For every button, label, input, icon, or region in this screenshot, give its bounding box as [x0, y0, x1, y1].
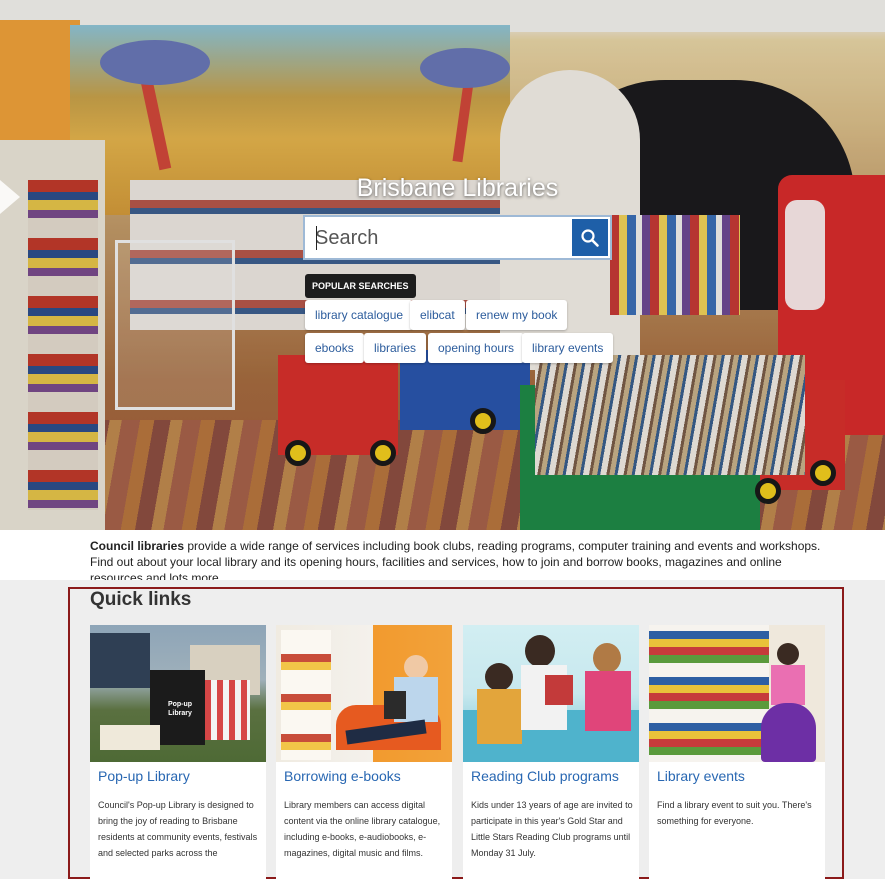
image-tablet — [384, 691, 406, 719]
image-vehicle — [90, 633, 150, 688]
quick-link-card-reading-club[interactable]: Reading Club programs Kids under 13 year… — [463, 625, 639, 879]
image-child-head — [777, 643, 799, 665]
popular-searches-label: POPULAR SEARCHES — [305, 274, 416, 298]
quick-link-card-popup-library[interactable]: Pop-up Library Pop-up Library Council's … — [90, 625, 266, 879]
popular-search-chip[interactable]: library catalogue — [305, 300, 414, 330]
quick-links-title: Quick links — [90, 589, 192, 610]
card-description: Find a library event to suit you. There'… — [657, 800, 812, 826]
card-image[interactable] — [463, 625, 639, 762]
popular-search-chip[interactable]: opening hours — [428, 333, 525, 363]
hero-banner — [0, 0, 885, 530]
popular-search-chip[interactable]: elibcat — [410, 300, 465, 330]
search-icon — [581, 228, 599, 247]
search-box — [303, 215, 612, 260]
image-child-body — [771, 665, 805, 705]
search-button[interactable] — [572, 219, 608, 256]
card-description: Library members can access digital conte… — [284, 800, 441, 858]
search-input[interactable] — [315, 223, 565, 253]
image-book — [545, 675, 573, 705]
quick-link-card-borrowing-ebooks[interactable]: Borrowing e-books Library members can ac… — [276, 625, 452, 879]
hero-overlay — [0, 0, 885, 530]
intro-bold: Council libraries — [90, 539, 185, 553]
image-child-dress — [761, 703, 816, 762]
site-title: Brisbane Libraries — [356, 174, 559, 202]
popular-search-chip[interactable]: library events — [522, 333, 614, 363]
image-child-body — [477, 689, 522, 744]
text-caret — [316, 226, 317, 250]
card-description: Kids under 13 years of age are invited t… — [471, 800, 633, 858]
popular-search-chip[interactable]: ebooks — [305, 333, 364, 363]
image-child-head — [593, 643, 621, 673]
sign-text: Pop-up Library — [167, 701, 193, 717]
card-description: Council's Pop-up Library is designed to … — [98, 800, 258, 858]
intro-paragraph: Council libraries provide a wide range o… — [90, 538, 830, 586]
image-child-head — [525, 635, 555, 667]
image-person-head — [404, 655, 428, 679]
image-child-head — [485, 663, 513, 691]
image-shelf — [281, 630, 331, 760]
image-child-body — [585, 671, 631, 731]
image-deckchair — [205, 680, 250, 740]
card-title[interactable]: Library events — [657, 768, 745, 784]
image-table — [100, 725, 160, 750]
intro-text: provide a wide range of services includi… — [90, 539, 821, 585]
carousel-prev-arrow-icon[interactable] — [0, 180, 20, 214]
image-bookshelf — [649, 625, 769, 762]
quick-link-card-library-events[interactable]: Library events Find a library event to s… — [649, 625, 825, 879]
card-title[interactable]: Pop-up Library — [98, 768, 190, 784]
card-image[interactable]: Pop-up Library — [90, 625, 266, 762]
card-image[interactable] — [276, 625, 452, 762]
popular-search-chip[interactable]: libraries — [364, 333, 427, 363]
card-title[interactable]: Reading Club programs — [471, 768, 619, 784]
card-image[interactable] — [649, 625, 825, 762]
card-title[interactable]: Borrowing e-books — [284, 768, 401, 784]
popular-search-chip[interactable]: renew my book — [466, 300, 568, 330]
